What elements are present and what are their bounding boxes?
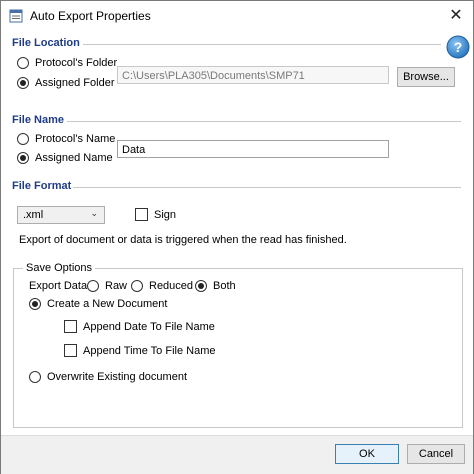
export-raw-label: Raw — [105, 280, 128, 292]
sign-checkbox[interactable] — [135, 208, 148, 221]
create-new-document-option[interactable]: Create a New Document — [29, 298, 167, 310]
overwrite-existing-label: Overwrite Existing document — [47, 371, 187, 383]
export-reduced-label: Reduced — [149, 280, 194, 292]
window-title: Auto Export Properties — [30, 9, 151, 23]
properties-icon — [9, 9, 23, 23]
append-date-label: Append Date To File Name — [83, 320, 215, 333]
format-value: .xml — [23, 209, 44, 221]
auto-export-dialog: Auto Export Properties ✕ File Location ?… — [0, 0, 474, 474]
protocols-name-option[interactable]: Protocol's Name — [17, 133, 115, 145]
chevron-down-icon: ⌄ — [90, 208, 98, 218]
dialog-footer: OK Cancel — [1, 435, 473, 474]
section-divider — [73, 187, 461, 188]
export-data-label: Export Data: — [29, 280, 91, 292]
assigned-folder-radio[interactable] — [17, 77, 29, 89]
assigned-name-label: Assigned Name — [35, 152, 113, 164]
file-name-heading: File Name — [12, 114, 64, 126]
section-divider — [67, 121, 461, 122]
append-time-option[interactable]: Append Time To File Name — [64, 344, 215, 357]
assigned-name-option[interactable]: Assigned Name — [17, 152, 113, 164]
protocols-folder-radio[interactable] — [17, 57, 29, 69]
title-bar: Auto Export Properties ✕ — [1, 1, 473, 31]
assigned-folder-label: Assigned Folder — [35, 77, 115, 89]
help-button[interactable]: ? — [446, 35, 470, 59]
format-dropdown[interactable]: .xml ⌄ — [17, 206, 105, 224]
sign-option[interactable]: Sign — [135, 208, 176, 221]
file-name-field[interactable]: Data — [117, 140, 389, 158]
export-trigger-info: Export of document or data is triggered … — [19, 234, 347, 246]
export-reduced-radio[interactable] — [131, 280, 143, 292]
file-format-heading: File Format — [12, 180, 72, 192]
overwrite-existing-option[interactable]: Overwrite Existing document — [29, 371, 187, 383]
assigned-folder-option[interactable]: Assigned Folder — [17, 77, 115, 89]
append-time-label: Append Time To File Name — [83, 344, 216, 357]
export-reduced-option[interactable]: Reduced — [131, 280, 193, 292]
section-divider — [83, 44, 441, 45]
create-new-document-label: Create a New Document — [47, 298, 168, 310]
overwrite-existing-radio[interactable] — [29, 371, 41, 383]
save-options-heading: Save Options — [23, 262, 96, 274]
export-both-radio[interactable] — [195, 280, 207, 292]
sign-label: Sign — [154, 208, 177, 221]
export-both-label: Both — [213, 280, 236, 292]
protocols-name-radio[interactable] — [17, 133, 29, 145]
append-date-checkbox[interactable] — [64, 320, 77, 333]
close-button[interactable]: ✕ — [445, 5, 467, 27]
protocols-folder-option[interactable]: Protocol's Folder — [17, 57, 117, 69]
export-both-option[interactable]: Both — [195, 280, 236, 292]
create-new-document-radio[interactable] — [29, 298, 41, 310]
export-raw-option[interactable]: Raw — [87, 280, 127, 292]
help-icon: ? — [454, 39, 463, 55]
file-location-heading: File Location — [12, 37, 80, 49]
folder-path-field[interactable]: C:\Users\PLA305\Documents\SMP71 — [117, 66, 389, 84]
export-raw-radio[interactable] — [87, 280, 99, 292]
close-icon: ✕ — [449, 7, 463, 24]
append-time-checkbox[interactable] — [64, 344, 77, 357]
ok-button[interactable]: OK — [335, 444, 399, 464]
browse-button[interactable]: Browse... — [397, 67, 455, 87]
append-date-option[interactable]: Append Date To File Name — [64, 320, 215, 333]
protocols-name-label: Protocol's Name — [35, 133, 116, 145]
cancel-button[interactable]: Cancel — [407, 444, 465, 464]
assigned-name-radio[interactable] — [17, 152, 29, 164]
protocols-folder-label: Protocol's Folder — [35, 57, 118, 69]
